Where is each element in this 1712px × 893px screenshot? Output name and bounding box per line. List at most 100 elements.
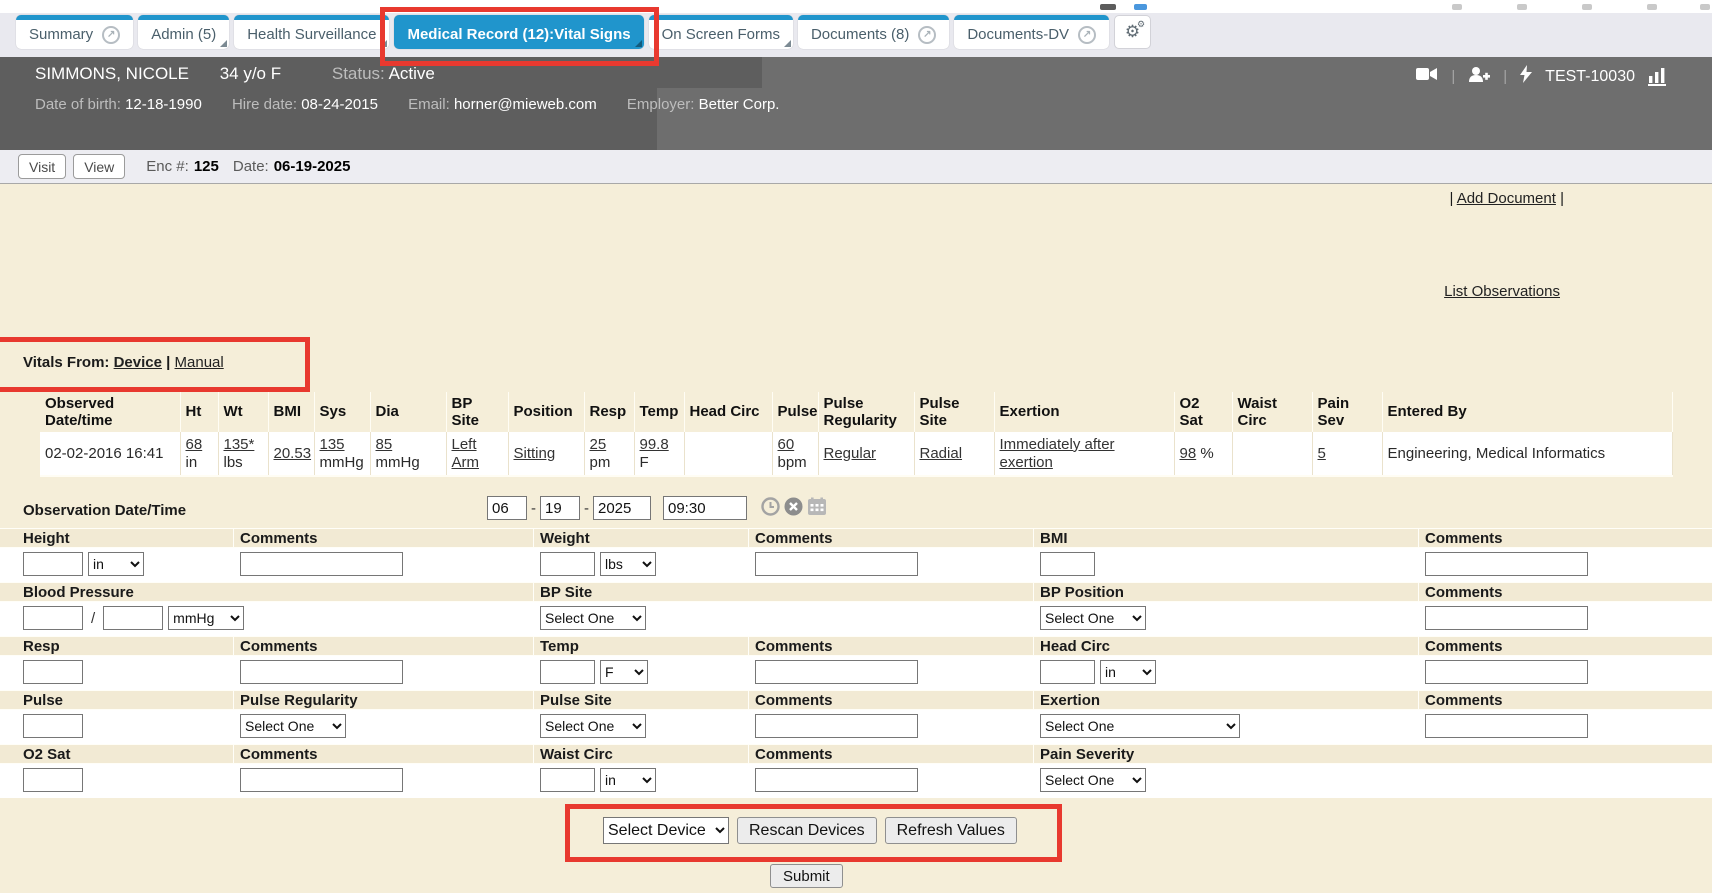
resp-value-link[interactable]: 25 — [590, 436, 607, 453]
open-in-new-window-icon[interactable]: ↗ — [1078, 26, 1096, 44]
tab-admin[interactable]: Admin (5) — [138, 15, 229, 49]
visit-button[interactable]: Visit — [18, 154, 66, 179]
rescan-devices-button[interactable]: Rescan Devices — [737, 817, 877, 844]
clock-icon[interactable] — [761, 497, 780, 520]
pulse-site-select[interactable]: Select One — [540, 714, 646, 738]
height-comments-input[interactable] — [240, 552, 403, 576]
patient-header: SIMMONS, NICOLE 34 y/o F Status: Active … — [0, 57, 1712, 150]
dob-label: Date of birth: — [35, 96, 121, 113]
email-value: horner@mieweb.com — [454, 96, 597, 113]
pulse-regularity-link[interactable]: Regular — [824, 445, 877, 462]
obs-year-input[interactable] — [593, 496, 651, 520]
comments-label: Comments — [1425, 584, 1503, 601]
o2-sat-input[interactable] — [23, 768, 83, 792]
lightning-icon[interactable] — [1520, 65, 1532, 88]
pulse-comments-input[interactable] — [755, 714, 918, 738]
bmi-value-link[interactable]: 20.53 — [274, 445, 312, 462]
vitals-from-device-link[interactable]: Device — [114, 354, 162, 371]
add-document-link[interactable]: Add Document — [1457, 190, 1556, 207]
waist-circ-input[interactable] — [540, 768, 595, 792]
vitals-from-manual-link[interactable]: Manual — [175, 354, 224, 371]
enc-number-value: 125 — [194, 158, 219, 175]
tab-documents-dv[interactable]: Documents-DV ↗ — [954, 15, 1109, 49]
open-in-new-window-icon[interactable]: ↗ — [918, 26, 936, 44]
calendar-icon[interactable] — [807, 497, 827, 520]
video-camera-icon[interactable] — [1416, 66, 1438, 87]
bp-systolic-input[interactable] — [23, 606, 83, 630]
wt-value-link[interactable]: 135* — [224, 436, 255, 453]
clear-icon[interactable] — [784, 497, 803, 520]
waist-circ-comments-input[interactable] — [755, 768, 918, 792]
resp-input[interactable] — [23, 660, 83, 684]
weight-comments-input[interactable] — [755, 552, 918, 576]
view-button[interactable]: View — [73, 154, 125, 179]
tab-label: Health Surveillance — [247, 26, 376, 43]
tab-settings-button[interactable]: ⚙ ⚙ — [1114, 15, 1151, 49]
tab-summary[interactable]: Summary ↗ — [16, 15, 133, 49]
obs-time-input[interactable] — [663, 496, 747, 520]
pulse-value-link[interactable]: 60 — [778, 436, 795, 453]
resp-comments-input[interactable] — [240, 660, 403, 684]
o2-sat-comments-input[interactable] — [240, 768, 403, 792]
pulse-site-link[interactable]: Radial — [920, 445, 963, 462]
head-circ-unit-select[interactable]: in — [1100, 660, 1156, 684]
bp-position-select[interactable]: Select One — [1040, 606, 1146, 630]
col-sys: Sys — [314, 392, 370, 432]
add-person-icon[interactable] — [1468, 66, 1490, 88]
bp-site-select[interactable]: Select One — [540, 606, 646, 630]
dia-value-link[interactable]: 85 — [376, 436, 393, 453]
encounter-bar: Visit View Enc #: 125 Date: 06-19-2025 — [0, 150, 1712, 184]
cell-dia: 85mmHg — [370, 432, 446, 476]
tab-health-surveillance[interactable]: Health Surveillance — [234, 15, 389, 49]
weight-unit-select[interactable]: lbs — [600, 552, 656, 576]
cell-sys: 135mmHg — [314, 432, 370, 476]
temp-comments-input[interactable] — [755, 660, 918, 684]
obs-month-input[interactable] — [487, 496, 527, 520]
enc-date-value: 06-19-2025 — [274, 158, 351, 175]
bp-site-label: BP Site — [540, 584, 592, 601]
bp-unit-select[interactable]: mmHg — [168, 606, 244, 630]
exertion-select[interactable]: Select One — [1040, 714, 1240, 738]
comments-label: Comments — [240, 530, 318, 547]
col-pulse-site: Pulse Site — [914, 392, 994, 432]
waist-circ-unit-select[interactable]: in — [600, 768, 656, 792]
weight-input[interactable] — [540, 552, 595, 576]
col-wt: Wt — [218, 392, 268, 432]
pain-severity-select[interactable]: Select One — [1040, 768, 1146, 792]
tab-on-screen-forms[interactable]: On Screen Forms — [649, 15, 793, 49]
pulse-regularity-select[interactable]: Select One — [240, 714, 346, 738]
flowsheet-chart-icon[interactable] — [1648, 68, 1666, 86]
bp-diastolic-input[interactable] — [103, 606, 163, 630]
height-unit-select[interactable]: in — [88, 552, 144, 576]
head-circ-input[interactable] — [1040, 660, 1095, 684]
pain-sev-link[interactable]: 5 — [1318, 445, 1326, 462]
height-input[interactable] — [23, 552, 83, 576]
tab-medical-record-vital-signs[interactable]: Medical Record (12):Vital Signs — [394, 15, 643, 49]
tab-documents[interactable]: Documents (8) ↗ — [798, 15, 949, 49]
refresh-values-button[interactable]: Refresh Values — [885, 817, 1017, 844]
submit-button[interactable]: Submit — [770, 864, 843, 888]
temp-value-link[interactable]: 99.8 — [640, 436, 669, 453]
bp-comments-input[interactable] — [1425, 606, 1588, 630]
exertion-comments-input[interactable] — [1425, 714, 1588, 738]
bmi-input[interactable] — [1040, 552, 1095, 576]
patient-age-sex: 34 y/o F — [220, 64, 281, 83]
sys-value-link[interactable]: 135 — [320, 436, 345, 453]
position-link[interactable]: Sitting — [514, 445, 556, 462]
browser-icon-fragment — [1100, 4, 1116, 10]
list-observations-link[interactable]: List Observations — [1444, 283, 1560, 300]
open-in-new-window-icon[interactable]: ↗ — [102, 26, 120, 44]
list-observations-row: List Observations — [1444, 283, 1560, 300]
ht-value-link[interactable]: 68 — [186, 436, 203, 453]
temp-input[interactable] — [540, 660, 595, 684]
bp-site-link[interactable]: Left Arm — [452, 436, 480, 471]
exertion-link[interactable]: Immediately after exertion — [1000, 436, 1115, 471]
o2-value-link[interactable]: 98 — [1180, 445, 1197, 462]
head-circ-comments-input[interactable] — [1425, 660, 1588, 684]
vitals-from-row: Vitals From: Device | Manual — [23, 354, 224, 371]
select-device-dropdown[interactable]: Select Device — [603, 817, 729, 844]
pulse-input[interactable] — [23, 714, 83, 738]
obs-day-input[interactable] — [540, 496, 580, 520]
temp-unit-select[interactable]: F — [600, 660, 648, 684]
bmi-comments-input[interactable] — [1425, 552, 1588, 576]
